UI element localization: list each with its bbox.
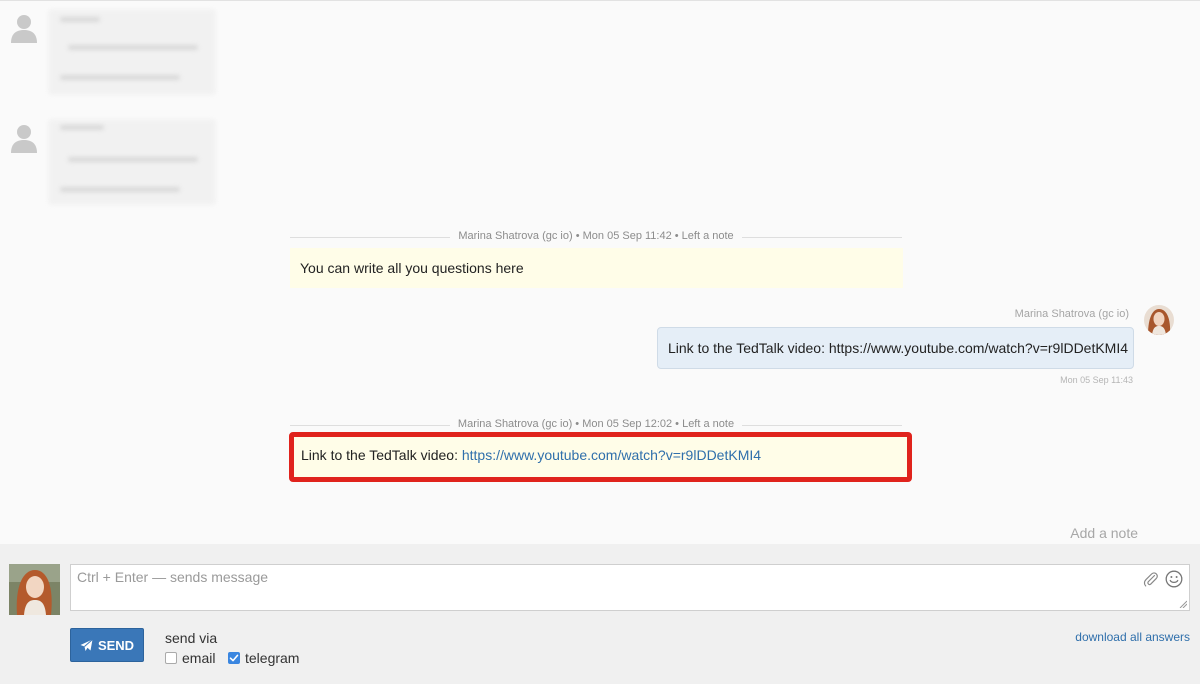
note-header: Marina Shatrova (gc io) • Mon 05 Sep 11:… bbox=[290, 230, 902, 244]
checkmark-icon bbox=[229, 654, 239, 662]
user-silhouette-icon bbox=[11, 125, 37, 153]
blurred-card bbox=[48, 119, 216, 205]
send-button-label: SEND bbox=[97, 637, 135, 653]
message-input-wrapper bbox=[70, 564, 1190, 611]
smiley-icon[interactable] bbox=[1165, 570, 1183, 588]
youtube-link[interactable]: https://www.youtube.com/watch?v=r9lDDetK… bbox=[462, 447, 761, 463]
send-via-label: send via bbox=[165, 630, 218, 646]
blurred-line bbox=[68, 45, 198, 50]
email-checkbox[interactable] bbox=[165, 652, 177, 664]
note-text: You can write all you questions here bbox=[300, 260, 524, 276]
note-text-prefix: Link to the TedTalk video: bbox=[301, 447, 462, 463]
blurred-line bbox=[60, 17, 100, 22]
resize-handle-icon[interactable] bbox=[1179, 600, 1187, 608]
note-meta: Marina Shatrova (gc io) • Mon 05 Sep 11:… bbox=[450, 230, 742, 242]
message-input[interactable] bbox=[71, 565, 1189, 610]
note-message: You can write all you questions here bbox=[290, 248, 903, 288]
download-all-answers-link[interactable]: download all answers bbox=[1075, 630, 1190, 644]
blurred-message bbox=[8, 9, 218, 99]
message-author: Marina Shatrova (gc io) bbox=[1014, 308, 1129, 320]
avatar-photo bbox=[1144, 305, 1174, 335]
blurred-message bbox=[8, 119, 218, 209]
avatar-photo bbox=[9, 564, 60, 615]
outgoing-message-text: Link to the TedTalk video: https://www.y… bbox=[668, 340, 1129, 356]
paper-plane-icon bbox=[80, 638, 93, 651]
telegram-checkbox[interactable] bbox=[228, 652, 240, 664]
chat-history[interactable]: Marina Shatrova (gc io) • Mon 05 Sep 11:… bbox=[0, 1, 1200, 544]
note-header: Marina Shatrova (gc io) • Mon 05 Sep 12:… bbox=[290, 418, 902, 432]
add-note-link[interactable]: Add a note bbox=[1070, 525, 1138, 541]
blurred-line bbox=[60, 75, 180, 80]
highlighted-note-message: Link to the TedTalk video: https://www.y… bbox=[289, 432, 912, 482]
outgoing-message-bubble: Link to the TedTalk video: https://www.y… bbox=[657, 327, 1134, 369]
blurred-line bbox=[60, 125, 104, 130]
email-option[interactable]: email bbox=[165, 650, 215, 666]
send-button[interactable]: SEND bbox=[70, 628, 144, 662]
author-avatar[interactable] bbox=[1144, 305, 1174, 335]
telegram-option[interactable]: telegram bbox=[228, 650, 299, 666]
telegram-option-label: telegram bbox=[245, 650, 300, 666]
email-option-label: email bbox=[182, 650, 216, 666]
message-composer: SEND send via email telegram download al… bbox=[0, 544, 1200, 684]
blurred-line bbox=[60, 187, 180, 192]
paperclip-icon[interactable] bbox=[1143, 571, 1159, 587]
blurred-line bbox=[68, 157, 198, 162]
user-silhouette-icon bbox=[11, 15, 37, 43]
current-user-avatar bbox=[9, 564, 60, 615]
message-timestamp: Mon 05 Sep 11:43 bbox=[1060, 375, 1133, 385]
note-meta: Marina Shatrova (gc io) • Mon 05 Sep 12:… bbox=[449, 418, 743, 430]
